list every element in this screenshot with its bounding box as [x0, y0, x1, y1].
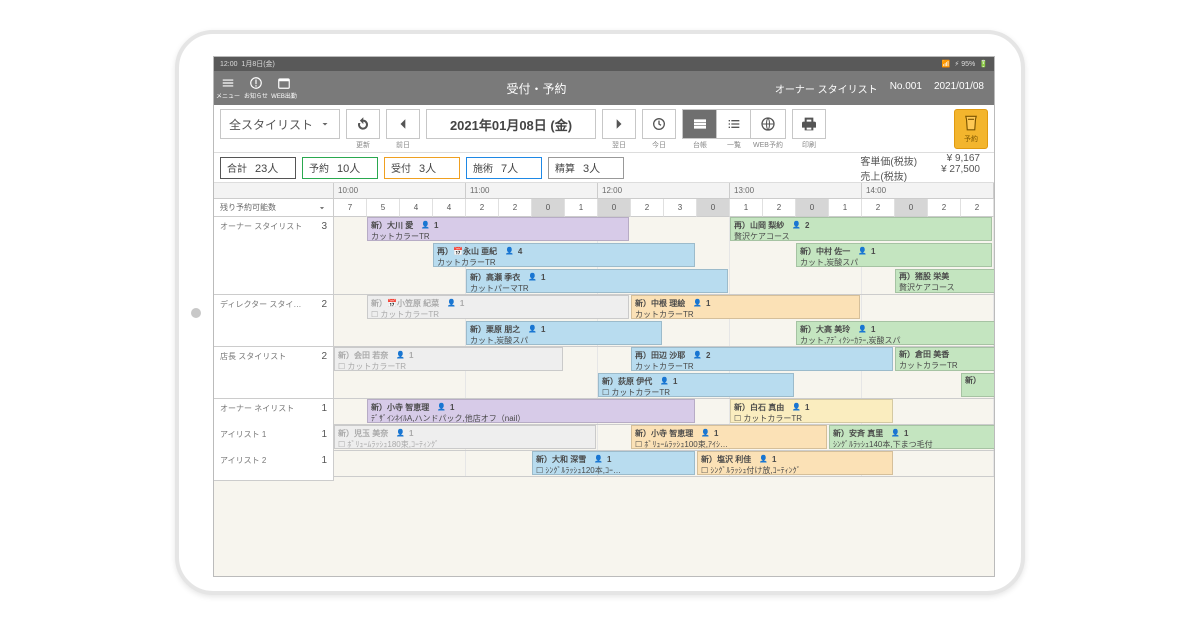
web-shift-button[interactable]: WEB出勤	[270, 71, 298, 105]
appointment[interactable]: 新）高瀬 季衣 1カットパーマTR	[466, 269, 728, 293]
appointment[interactable]: 新）塩沢 利佳 1☐ ｼﾝｸﾞﾙﾗｯｼｭ付け放,ｺｰﾃｨﾝｸﾞ	[697, 451, 893, 475]
staff-lane[interactable]: 新）大川 愛 1カットカラーTR 再）山岡 梨紗 2贅沢ケアコース再）📅永山 亜紀…	[334, 217, 994, 295]
availability-cell: 7	[334, 199, 367, 217]
refresh-button[interactable]	[346, 109, 380, 139]
availability-cell: 0	[598, 199, 631, 217]
appointment[interactable]: 新）小寺 智恵理 1☐ ﾎﾞﾘｭｰﾑﾗｯｼｭ100束,ｱｲｼ…	[631, 425, 827, 449]
appointment[interactable]: 再）田辺 沙耶 2カットカラーTR	[631, 347, 893, 371]
staff-lane[interactable]: 新）児玉 美奈 1☐ ﾎﾞﾘｭｰﾑﾗｯｼｭ180束,ｺｰﾃｨﾝｸﾞ 新）小寺 智恵…	[334, 425, 994, 451]
toolbar: 全スタイリスト 更新 前日 2021年01月08日 (金)	[214, 105, 994, 153]
staff-label: ディレクター スタイ…2	[214, 295, 334, 347]
appointment[interactable]: 新）安斉 真里 1ｼﾝｸﾞﾙﾗｯｼｭ140本,下まつ毛付	[829, 425, 994, 449]
staff-label: アイリスト 21	[214, 451, 334, 481]
date-display[interactable]: 2021年01月08日 (金)	[426, 109, 596, 139]
stat-treatment: 施術7人	[466, 157, 542, 179]
ledger-view-tab[interactable]	[683, 110, 717, 138]
appointment[interactable]: 新）会田 若奈 1☐ カットカラーTR	[334, 347, 563, 371]
prev-day-button[interactable]	[386, 109, 420, 139]
availability-cell: 1	[565, 199, 598, 217]
appointment[interactable]: 新）倉田 美香カットカラーTR	[895, 347, 994, 371]
staff-lane[interactable]: 新）小寺 智恵理 1ﾃﾞｻﾞｲﾝﾈｲﾙA,ハンドパック,他店オフ（nail） 新）…	[334, 399, 994, 425]
appointment[interactable]: 新）荻原 伊代 1☐ カットカラーTR	[598, 373, 794, 397]
staff-no: No.001	[890, 81, 922, 96]
stat-reserve: 予約10人	[302, 157, 378, 179]
availability-cell: 2	[928, 199, 961, 217]
appointment[interactable]: 新）栗原 朋之 1カット,炭酸スパ	[466, 321, 662, 345]
role-label: オーナー スタイリスト	[775, 81, 878, 96]
page-title: 受付・予約	[298, 80, 775, 97]
staff-lane[interactable]: 新）📅小笠原 紀菜 1☐ カットカラーTR新）中根 理絵 1カットカラーTR新）…	[334, 295, 994, 347]
appointment[interactable]: 新）📅小笠原 紀菜 1☐ カットカラーTR	[367, 295, 629, 319]
availability-cell: 4	[433, 199, 466, 217]
stylist-select[interactable]: 全スタイリスト	[220, 109, 340, 139]
staff-lane[interactable]: 新）大和 深雪 1☐ ｼﾝｸﾞﾙﾗｯｼｭ120本,ｺｰ…新）塩沢 利佳 1☐ ｼ…	[334, 451, 994, 477]
availability-cell: 0	[796, 199, 829, 217]
availability-cell: 1	[829, 199, 862, 217]
chevron-down-icon[interactable]	[317, 203, 327, 213]
availability-cell: 0	[895, 199, 928, 217]
availability-cell: 2	[631, 199, 664, 217]
next-day-button[interactable]	[602, 109, 636, 139]
appointment[interactable]: 再）📅永山 亜紀 4カットカラーTR	[433, 243, 695, 267]
availability-row: 残り予約可能数 75442201023012012022	[214, 199, 994, 217]
timeline: 10:0011:0012:0013:0014:00 残り予約可能数 754422…	[214, 183, 994, 576]
stat-total: 合計23人	[220, 157, 296, 179]
appointment[interactable]: 新）中根 理絵 1カットカラーTR	[631, 295, 860, 319]
appointment[interactable]: 新）大和 深雪 1☐ ｼﾝｸﾞﾙﾗｯｼｭ120本,ｺｰ…	[532, 451, 695, 475]
availability-cell: 2	[961, 199, 994, 217]
appointment[interactable]: 再）山岡 梨紗 2贅沢ケアコース	[730, 217, 992, 241]
availability-cell: 2	[499, 199, 532, 217]
menu-button[interactable]: メニュー	[214, 71, 242, 105]
list-view-tab[interactable]	[717, 110, 751, 138]
appointment[interactable]: 新）小寺 智恵理 1ﾃﾞｻﾞｲﾝﾈｲﾙA,ハンドパック,他店オフ（nail）	[367, 399, 695, 423]
appointment[interactable]: 新）中村 佐一 1カット,炭酸スパ	[796, 243, 992, 267]
availability-cell: 0	[532, 199, 565, 217]
availability-cell: 4	[400, 199, 433, 217]
current-date: 2021/01/08	[934, 81, 984, 96]
appointment[interactable]: 再）猪股 栄美贅沢ケアコース	[895, 269, 994, 293]
print-button[interactable]	[792, 109, 826, 139]
stat-reception: 受付3人	[384, 157, 460, 179]
web-reserve-tab[interactable]	[751, 110, 785, 138]
time-header: 10:0011:0012:0013:0014:00	[214, 183, 994, 199]
appointment[interactable]: 新）大川 愛 1カットカラーTR	[367, 217, 629, 241]
availability-cell: 3	[664, 199, 697, 217]
staff-lane[interactable]: 新）会田 若奈 1☐ カットカラーTR 再）田辺 沙耶 2カットカラーTR新）倉田…	[334, 347, 994, 399]
sales-summary: 客単価(税抜) 売上(税抜) ¥ 9,167 ¥ 27,500	[630, 153, 988, 183]
view-toggle-group	[682, 109, 786, 139]
availability-cell: 1	[730, 199, 763, 217]
availability-cell: 0	[697, 199, 730, 217]
appointment[interactable]: 新）白石 真由 1☐ カットカラーTR	[730, 399, 893, 423]
appointment[interactable]: 新）大高 美玲 1カット,ｱﾃﾞｨｸｼｰｶﾗｰ,炭酸スパ	[796, 321, 994, 345]
app-bar: メニュー お知らせ WEB出勤 受付・予約 オーナー スタイリスト No.001…	[214, 71, 994, 105]
new-reserve-button[interactable]: 予約	[954, 109, 988, 149]
stats-row: 合計23人 予約10人 受付3人 施術7人 精算3人 客単価(税抜) 売上(税抜…	[214, 153, 994, 183]
stat-settlement: 精算3人	[548, 157, 624, 179]
availability-cell: 2	[763, 199, 796, 217]
availability-cell: 5	[367, 199, 400, 217]
availability-cell: 2	[862, 199, 895, 217]
staff-label: オーナー スタイリスト3	[214, 217, 334, 295]
appointment[interactable]: 新）	[961, 373, 994, 397]
staff-label: 店長 スタイリスト2	[214, 347, 334, 399]
today-button[interactable]	[642, 109, 676, 139]
notice-button[interactable]: お知らせ	[242, 71, 270, 105]
appointment[interactable]: 新）児玉 美奈 1☐ ﾎﾞﾘｭｰﾑﾗｯｼｭ180束,ｺｰﾃｨﾝｸﾞ	[334, 425, 596, 449]
availability-cell: 2	[466, 199, 499, 217]
ios-status-bar: 12:00 1月8日(金) 📶 ⚡︎ 95% 🔋	[214, 57, 994, 71]
